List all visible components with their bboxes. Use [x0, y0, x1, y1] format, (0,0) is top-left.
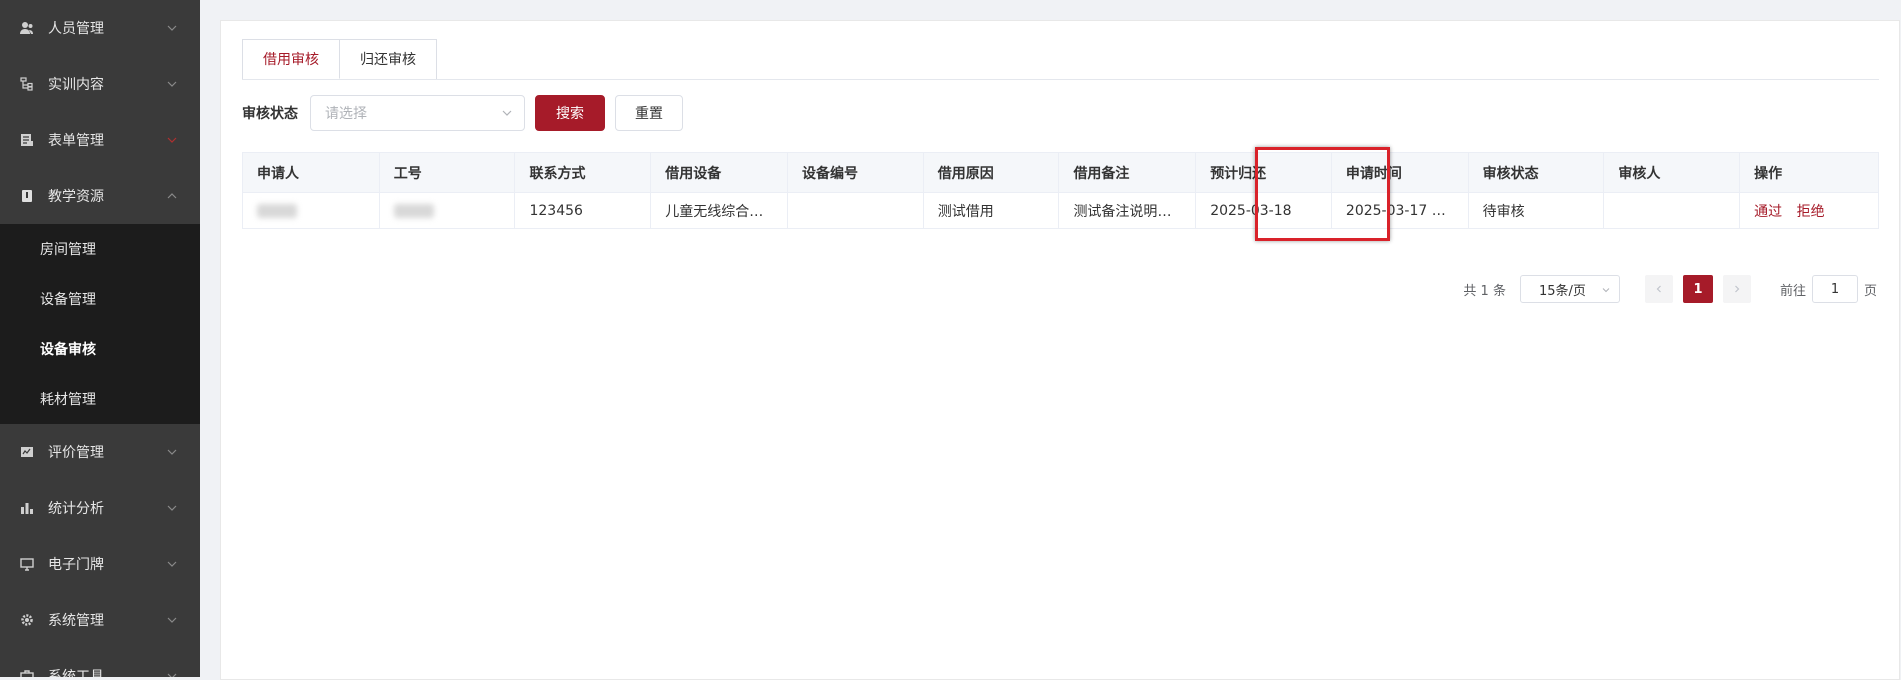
- users-icon: [20, 21, 34, 35]
- cell-reason: 测试借用: [922, 192, 1060, 229]
- sidebar-item-statistics[interactable]: 统计分析: [0, 480, 200, 536]
- book-icon: [20, 189, 34, 203]
- sidebar-item-label: 教学资源: [48, 189, 104, 205]
- sidebar-item-label: 系统工具: [48, 669, 104, 677]
- audit-status-label: 审核状态: [242, 106, 298, 122]
- sidebar-item-system[interactable]: 系统管理: [0, 592, 200, 648]
- table-row: 123456 儿童无线综合模… 测试借用 测试备注说明专… 2025-03-18…: [242, 192, 1879, 229]
- content-card: 借用审核 归还审核 审核状态 请选择 搜索 重置 申请人 工号 联系方式 借用设…: [220, 20, 1900, 680]
- col-applicant: 申请人: [242, 152, 380, 193]
- page-size-value: 15条/页: [1538, 283, 1586, 299]
- sidebar-item-forms[interactable]: 表单管理: [0, 112, 200, 168]
- prev-page-button[interactable]: [1644, 275, 1673, 303]
- page-size-select[interactable]: 15条/页: [1519, 275, 1620, 303]
- sidebar-item-doorplate[interactable]: 电子门牌: [0, 536, 200, 592]
- chevron-down-icon: [166, 558, 178, 570]
- sidebar-item-evaluation[interactable]: 评价管理: [0, 424, 200, 480]
- audit-status-select[interactable]: 请选择: [310, 95, 525, 131]
- col-device-no: 设备编号: [786, 152, 924, 193]
- sidebar-item-label: 电子门牌: [48, 557, 104, 573]
- teaching-resources-submenu: 房间管理 设备管理 设备审核 耗材管理: [0, 224, 200, 424]
- tree-icon: [20, 77, 34, 91]
- col-reason: 借用原因: [922, 152, 1060, 193]
- chevron-down-icon: [166, 502, 178, 514]
- cell-actions: 通过 拒绝: [1739, 192, 1879, 229]
- chevron-down-icon: [166, 22, 178, 34]
- select-placeholder: 请选择: [325, 106, 367, 122]
- cell-auditor: [1603, 192, 1741, 229]
- chevron-down-icon: [500, 106, 514, 120]
- reject-link[interactable]: 拒绝: [1797, 204, 1825, 220]
- chevron-down-icon: [1601, 284, 1611, 294]
- col-device: 借用设备: [650, 152, 788, 193]
- sidebar-subitem-device-audit[interactable]: 设备审核: [0, 324, 200, 374]
- tab-return-audit[interactable]: 归还审核: [340, 40, 436, 79]
- cell-contact: 123456: [514, 192, 652, 229]
- filter-bar: 审核状态 请选择 搜索 重置: [242, 95, 683, 131]
- bar-chart-icon: [20, 501, 34, 515]
- audit-tabs: 借用审核 归还审核: [242, 39, 437, 79]
- cell-status: 待审核: [1467, 192, 1605, 229]
- col-employee-id: 工号: [378, 152, 516, 193]
- sidebar-subitem-consumables[interactable]: 耗材管理: [0, 374, 200, 424]
- sidebar-item-teaching-resources[interactable]: 教学资源: [0, 168, 200, 224]
- monitor-icon: [20, 557, 34, 571]
- sidebar-item-users[interactable]: 人员管理: [0, 0, 200, 56]
- chevron-down-icon: [166, 614, 178, 626]
- col-status: 审核状态: [1467, 152, 1605, 193]
- sidebar-subitem-devices[interactable]: 设备管理: [0, 274, 200, 324]
- sidebar-item-training[interactable]: 实训内容: [0, 56, 200, 112]
- col-apply-time: 申请时间: [1330, 152, 1469, 193]
- form-icon: [20, 133, 34, 147]
- redacted-text: [393, 203, 434, 218]
- cell-apply-time: 2025-03-17 11:…: [1330, 192, 1469, 229]
- sidebar-item-label: 评价管理: [48, 445, 104, 461]
- sidebar-item-label: 表单管理: [48, 133, 104, 149]
- next-page-button[interactable]: [1722, 275, 1751, 303]
- cell-employee-id: [378, 192, 516, 229]
- chevron-down-icon: [166, 134, 178, 146]
- chevron-left-icon: [1656, 285, 1661, 293]
- goto-suffix: 页: [1863, 283, 1877, 299]
- evaluate-icon: [20, 445, 34, 459]
- col-auditor: 审核人: [1603, 152, 1741, 193]
- table-header-row: 申请人 工号 联系方式 借用设备 设备编号 借用原因 借用备注 预计归还 申请时…: [242, 152, 1879, 193]
- chevron-down-icon: [166, 78, 178, 90]
- col-remark: 借用备注: [1058, 152, 1197, 193]
- search-button[interactable]: 搜索: [535, 95, 605, 131]
- reset-button[interactable]: 重置: [615, 95, 683, 131]
- total-count: 共 1 条: [1463, 283, 1506, 299]
- sidebar-item-tools[interactable]: 系统工具: [0, 648, 200, 677]
- main-content: 借用审核 归还审核 审核状态 请选择 搜索 重置 申请人 工号 联系方式 借用设…: [200, 0, 1901, 680]
- gear-icon: [20, 613, 34, 627]
- sidebar: 人员管理 实训内容 表单管理 教学资源 房间管理 设备管理 设备审核 耗材管理 …: [0, 0, 200, 677]
- toolbox-icon: [20, 669, 34, 677]
- sidebar-item-label: 统计分析: [48, 501, 104, 517]
- pagination: 共 1 条 15条/页 1 前往 1 页: [1463, 275, 1877, 303]
- cell-remark: 测试备注说明专…: [1058, 192, 1197, 229]
- chevron-right-icon: [1735, 285, 1740, 293]
- tab-borrow-audit[interactable]: 借用审核: [243, 40, 340, 79]
- chevron-down-icon: [166, 446, 178, 458]
- goto-prefix: 前往: [1779, 283, 1806, 299]
- tabs-divider: [242, 79, 1879, 80]
- sidebar-subitem-rooms[interactable]: 房间管理: [0, 224, 200, 274]
- cell-applicant: [242, 192, 380, 229]
- redacted-text: [257, 203, 297, 218]
- goto-page-input[interactable]: 1: [1811, 275, 1858, 303]
- approve-link[interactable]: 通过: [1754, 204, 1782, 220]
- chevron-down-icon: [166, 670, 178, 677]
- cell-return-date: 2025-03-18: [1195, 192, 1332, 229]
- audit-table: 申请人 工号 联系方式 借用设备 设备编号 借用原因 借用备注 预计归还 申请时…: [242, 152, 1879, 229]
- cell-device: 儿童无线综合模…: [650, 192, 788, 229]
- col-return-date: 预计归还: [1195, 152, 1332, 193]
- cell-device-no: [786, 192, 924, 229]
- chevron-up-icon: [166, 190, 178, 202]
- col-contact: 联系方式: [514, 152, 652, 193]
- sidebar-item-label: 系统管理: [48, 613, 104, 629]
- sidebar-item-label: 人员管理: [48, 21, 104, 37]
- col-actions: 操作: [1739, 152, 1879, 193]
- sidebar-item-label: 实训内容: [48, 77, 104, 93]
- page-number-current[interactable]: 1: [1682, 275, 1713, 303]
